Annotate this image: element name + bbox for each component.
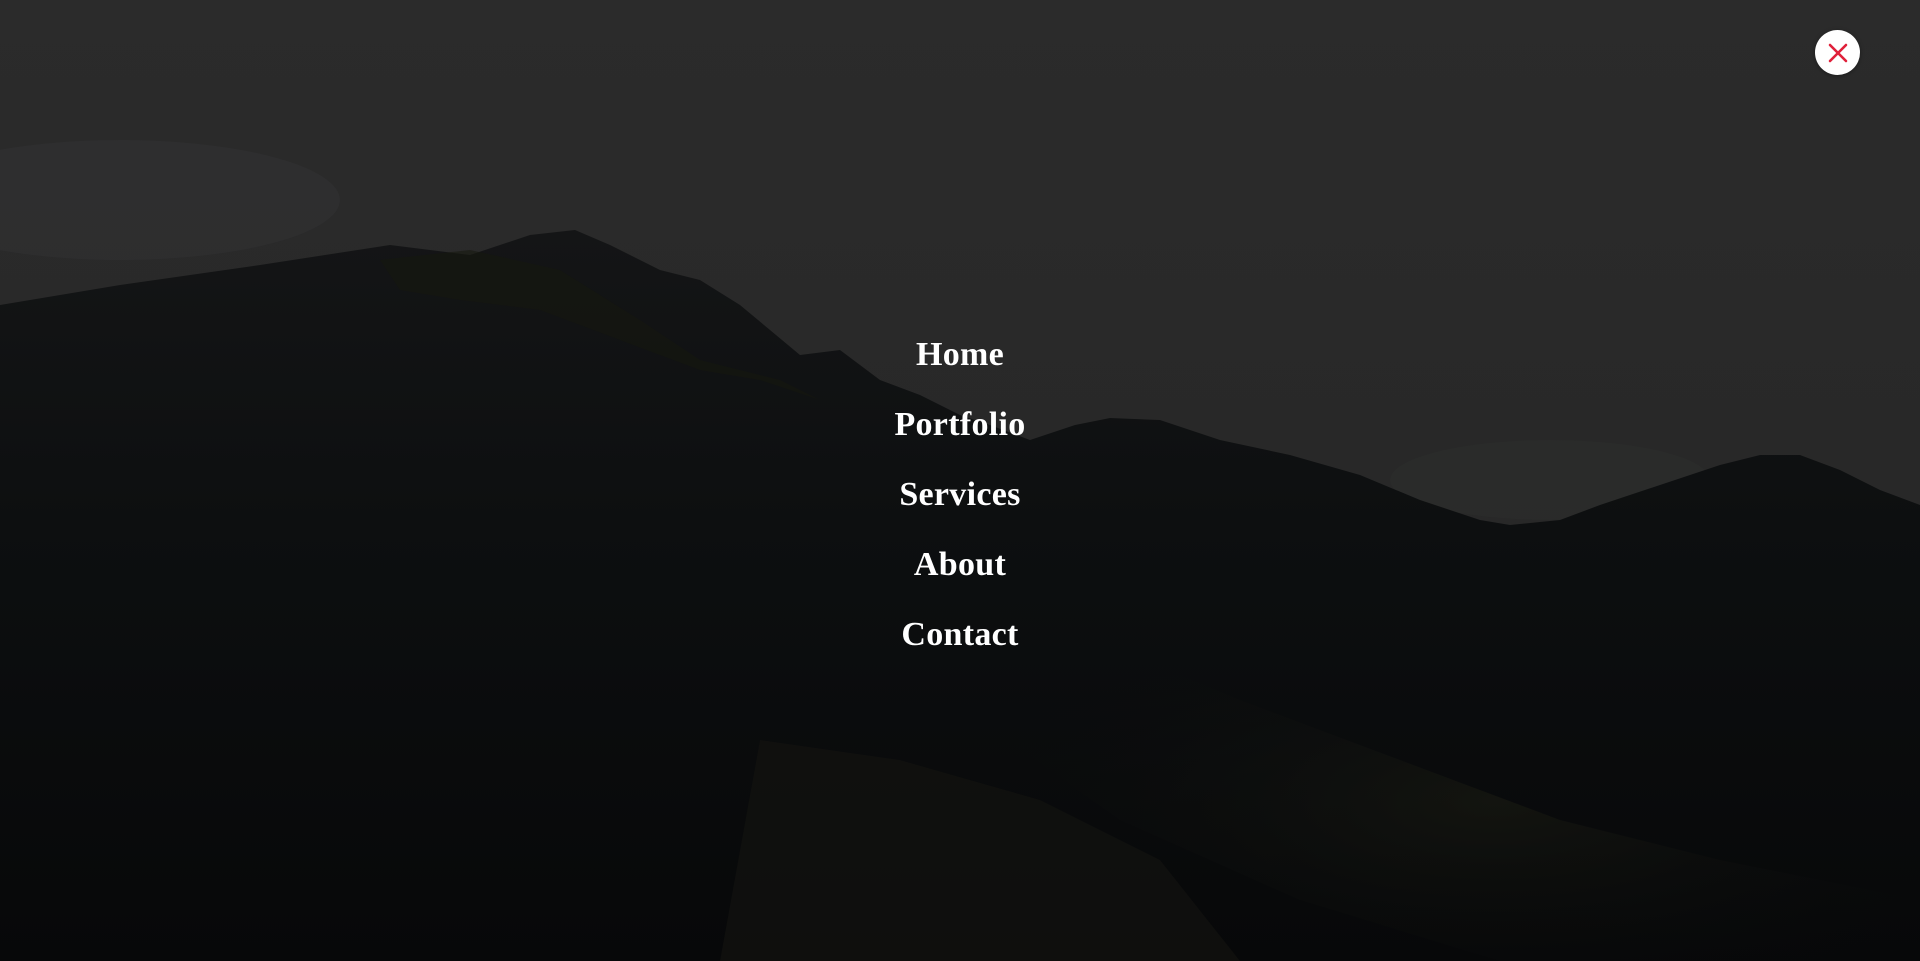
close-icon — [1828, 43, 1847, 62]
fullscreen-menu-overlay: Home Portfolio Services About Contact — [0, 0, 1920, 961]
nav-item-home: Home — [0, 330, 1920, 400]
nav-item-services: Services — [0, 470, 1920, 540]
main-navigation-menu: Home Portfolio Services About Contact — [0, 330, 1920, 680]
nav-link-contact[interactable]: Contact — [901, 616, 1018, 653]
close-menu-button[interactable] — [1815, 30, 1860, 75]
nav-link-portfolio[interactable]: Portfolio — [894, 406, 1025, 443]
nav-link-about[interactable]: About — [914, 546, 1006, 583]
nav-item-portfolio: Portfolio — [0, 400, 1920, 470]
nav-item-contact: Contact — [0, 610, 1920, 680]
nav-item-about: About — [0, 540, 1920, 610]
nav-link-home[interactable]: Home — [916, 336, 1004, 373]
nav-link-services[interactable]: Services — [899, 476, 1020, 513]
